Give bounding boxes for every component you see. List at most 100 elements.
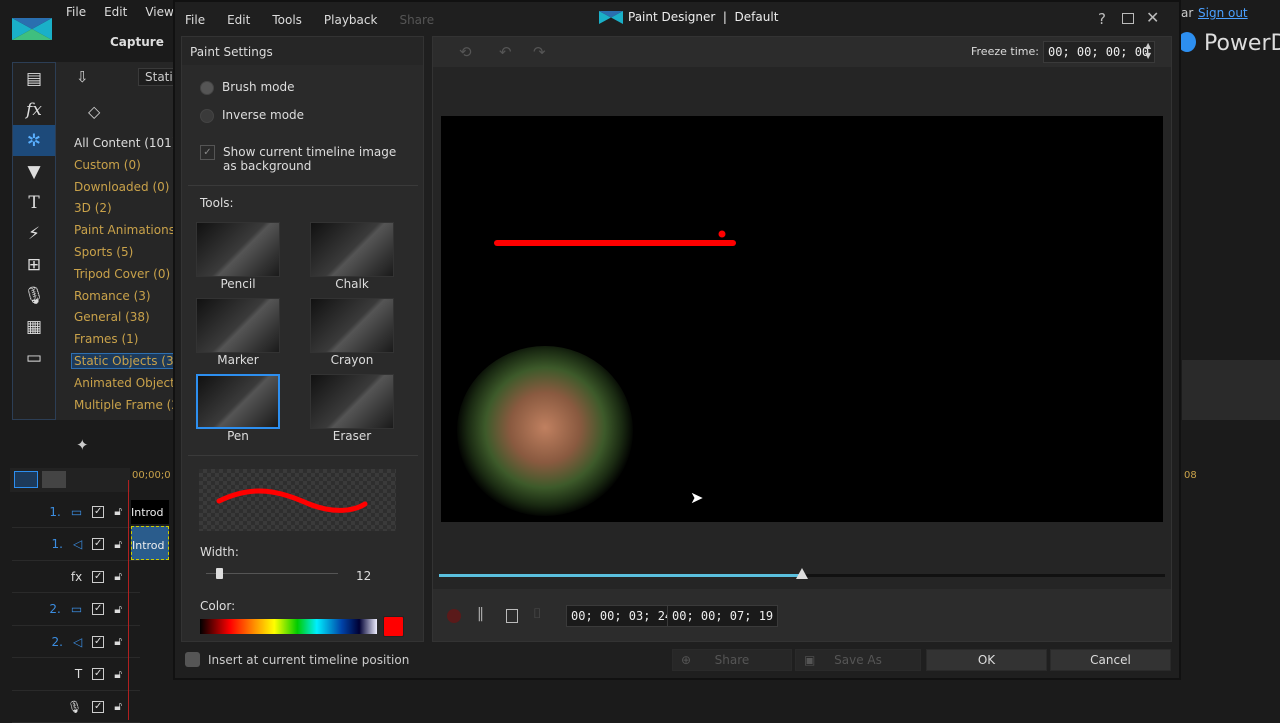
library-item[interactable]: Multiple Frame (2 (74, 398, 179, 412)
tool-pencil[interactable]: Pencil (196, 222, 280, 291)
width-slider-thumb[interactable] (216, 568, 223, 579)
pause-button[interactable]: ‖ (477, 606, 484, 622)
library-item[interactable]: Animated Object (74, 376, 175, 390)
tool-crayon[interactable]: Crayon (310, 298, 394, 367)
snapshot-icon[interactable]: ⌷ (533, 606, 541, 622)
text-icon[interactable]: T (13, 187, 55, 218)
color-spectrum[interactable] (200, 619, 377, 634)
brand-name: PowerD (1204, 31, 1280, 56)
dialog-menu-edit[interactable]: Edit (227, 13, 250, 27)
tool-label: Pen (227, 429, 249, 443)
library-item[interactable]: Static Objects (3) (70, 353, 182, 369)
tool-eraser[interactable]: Eraser (310, 374, 394, 443)
lock-icon[interactable]: 🔓︎ (114, 667, 122, 682)
ok-button[interactable]: OK (926, 649, 1047, 671)
maximize-button[interactable] (1122, 13, 1134, 24)
capture-tab[interactable]: Capture (110, 35, 164, 49)
selected-color-swatch[interactable] (383, 616, 404, 637)
dialog-menu-file[interactable]: File (185, 13, 205, 27)
library-item[interactable]: Tripod Cover (0) (74, 267, 170, 281)
record-button[interactable] (447, 609, 461, 623)
width-slider[interactable] (206, 568, 338, 579)
lock-icon[interactable]: 🔓︎ (114, 602, 122, 617)
chapter-icon[interactable]: ⊞ (13, 249, 55, 280)
library-item[interactable]: Frames (1) (74, 332, 138, 346)
library-panel: ⇩ Static ◇ All Content (101) Custom (0) Do… (56, 62, 187, 420)
playback-slider-thumb[interactable] (796, 568, 808, 579)
lock-icon[interactable]: 🔓︎ (114, 569, 122, 584)
magic-tool-icon[interactable]: ✦ (76, 436, 89, 454)
tool-marker[interactable]: Marker (196, 298, 280, 367)
app-menu-view[interactable]: View (145, 5, 173, 19)
save-as-button[interactable]: ▣ Save As (795, 649, 921, 671)
lock-icon[interactable]: 🔓︎ (114, 699, 122, 714)
radio-icon (200, 108, 214, 123)
cancel-button[interactable]: Cancel (1050, 649, 1171, 671)
library-item[interactable]: Custom (0) (74, 158, 141, 172)
app-logo (12, 18, 52, 40)
tool-pen[interactable]: Pen (196, 374, 280, 443)
app-menu-file[interactable]: File (66, 5, 86, 19)
subtitle-icon[interactable]: ▦ (13, 311, 55, 342)
track-enable-checkbox[interactable]: ✓ (92, 505, 105, 518)
brush-mode-label: Brush mode (222, 80, 295, 94)
tool-chalk[interactable]: Chalk (310, 222, 394, 291)
app-menu-edit[interactable]: Edit (104, 5, 127, 19)
undo-icon[interactable]: ↶ (499, 43, 512, 61)
show-background-checkbox[interactable]: ✓ Show current timeline image as backgro… (200, 145, 410, 173)
lock-icon[interactable]: 🔓︎ (114, 537, 122, 552)
library-item[interactable]: Paint Animations (74, 223, 175, 237)
menu-icon[interactable]: ▭ (13, 342, 55, 373)
track-enable-checkbox[interactable]: ✓ (92, 668, 105, 680)
timeline-view-icon[interactable] (14, 471, 38, 488)
library-item[interactable]: All Content (101) (74, 136, 177, 150)
library-item[interactable]: Downloaded (0) (74, 180, 169, 194)
transition-icon[interactable]: ⚡ (13, 218, 55, 249)
library-item[interactable]: Sports (5) (74, 245, 133, 259)
chalk-icon (310, 222, 394, 277)
redo-icon[interactable]: ↷ (533, 43, 546, 61)
lock-icon[interactable]: 🔓︎ (114, 634, 122, 649)
particle-icon[interactable]: ✲ (13, 125, 55, 156)
reset-icon[interactable]: ⟲ (459, 43, 472, 61)
insert-checkbox[interactable]: Insert at current timeline position (185, 652, 409, 667)
library-item[interactable]: General (38) (74, 310, 150, 324)
track-enable-checkbox[interactable]: ✓ (92, 635, 105, 648)
track-enable-checkbox[interactable]: ✓ (92, 570, 105, 583)
track-enable-checkbox[interactable]: ✓ (92, 700, 105, 713)
timeline-clip-video[interactable]: Introd (131, 500, 169, 524)
inverse-mode-radio[interactable]: Inverse mode (200, 108, 304, 123)
add-tag-icon[interactable]: ◇ (88, 102, 100, 121)
track-enable-checkbox[interactable]: ✓ (92, 603, 105, 615)
lock-icon[interactable]: 🔓︎ (114, 504, 122, 519)
dialog-menu-playback[interactable]: Playback (324, 13, 378, 27)
import-icon[interactable]: ⇩ (76, 68, 89, 86)
playback-progress (439, 574, 802, 577)
track-enable-checkbox[interactable]: ✓ (92, 538, 105, 550)
sign-out-prefix: ar (1181, 6, 1194, 20)
library-item[interactable]: 3D (2) (74, 201, 112, 215)
fx-icon[interactable]: fx (13, 94, 55, 125)
tool-label: Eraser (332, 429, 372, 443)
dialog-menu-share[interactable]: Share (399, 13, 434, 27)
timeline-clip-audio[interactable]: Introd (131, 526, 169, 560)
playback-slider[interactable] (439, 568, 1165, 579)
video-track-icon: ▭ (70, 504, 83, 519)
voice-icon[interactable]: 🎙 (13, 280, 55, 311)
stop-button[interactable] (506, 609, 518, 623)
share-button[interactable]: ⊕ Share (672, 649, 792, 671)
pip-icon[interactable]: ▼ (13, 156, 55, 187)
paint-canvas[interactable]: ➤ (441, 116, 1163, 522)
library-item[interactable]: Romance (3) (74, 289, 151, 303)
sign-out-link[interactable]: Sign out (1198, 6, 1248, 20)
storyboard-view-icon[interactable] (42, 471, 66, 488)
freeze-time-spinner[interactable]: ▲ ▼ (1145, 41, 1151, 61)
close-button[interactable]: ✕ (1146, 8, 1159, 27)
media-room-icon[interactable]: ▤ (13, 63, 55, 94)
crayon-icon (310, 298, 394, 353)
freeze-time-input[interactable]: 00; 00; 00; 00 (1043, 41, 1155, 63)
help-button[interactable]: ? (1098, 10, 1106, 28)
brush-mode-radio[interactable]: Brush mode (200, 80, 294, 95)
right-panel-bg (1182, 360, 1280, 420)
dialog-menu-tools[interactable]: Tools (272, 13, 302, 27)
